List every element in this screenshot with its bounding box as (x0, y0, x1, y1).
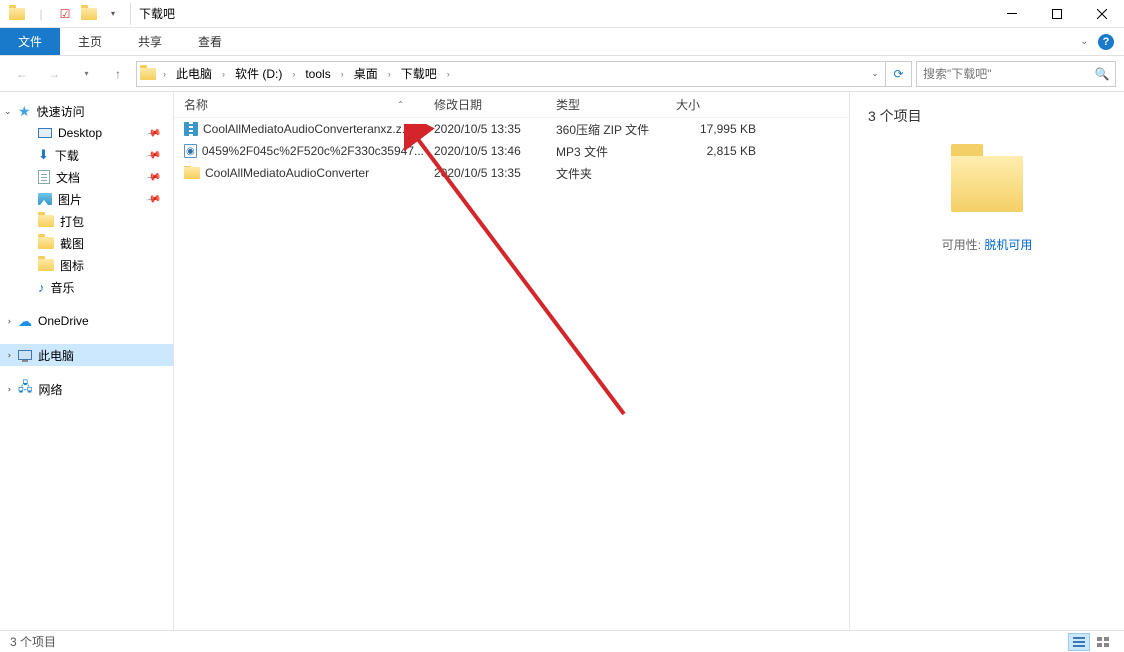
tab-home[interactable]: 主页 (60, 28, 120, 55)
folder-icon[interactable] (6, 3, 28, 25)
column-date[interactable]: 修改日期 (434, 96, 556, 113)
qat-separator: | (30, 3, 52, 25)
column-size[interactable]: 大小 (676, 96, 766, 113)
status-bar: 3 个项目 (0, 630, 1124, 652)
sidebar-thispc[interactable]: ⌄此电脑 (0, 344, 173, 366)
quick-access-toolbar: | ☑ ▾ (0, 3, 124, 25)
sidebar-item-pictures[interactable]: 图片📌 (0, 188, 173, 210)
sidebar-item-downloads[interactable]: ⬇下载📌 (0, 144, 173, 166)
column-type[interactable]: 类型 (556, 96, 676, 113)
chevron-down-icon[interactable]: ⌄ (4, 106, 12, 117)
minimize-button[interactable] (989, 0, 1034, 28)
tab-share[interactable]: 共享 (120, 28, 180, 55)
sort-indicator-icon: ⌃ (397, 100, 404, 109)
music-icon: ♪ (38, 280, 45, 295)
pin-icon: 📌 (145, 191, 162, 207)
sidebar-item-documents[interactable]: 文档📌 (0, 166, 173, 188)
mp3-icon: ◉ (184, 144, 197, 158)
network-icon: 🖧 (18, 378, 33, 400)
help-icon[interactable]: ? (1098, 34, 1114, 50)
qat-new-folder-icon[interactable] (78, 3, 100, 25)
address-dropdown-icon[interactable]: ⌄ (865, 62, 885, 86)
search-box[interactable]: 🔍 (916, 61, 1116, 87)
breadcrumb-seg[interactable]: 此电脑 (170, 62, 218, 86)
maximize-button[interactable] (1034, 0, 1079, 28)
chevron-right-icon[interactable]: ⌄ (2, 385, 13, 393)
preview-availability: 可用性: 脱机可用 (868, 236, 1106, 253)
desktop-icon (38, 128, 52, 138)
file-tab[interactable]: 文件 (0, 28, 60, 55)
file-list[interactable]: 名称⌃ 修改日期 类型 大小 CoolAllMediatoAudioConver… (174, 92, 849, 630)
document-icon (38, 170, 50, 184)
close-button[interactable] (1079, 0, 1124, 28)
up-button[interactable]: ↑ (104, 60, 132, 88)
file-row[interactable]: CoolAllMediatoAudioConverteranxz.z... 20… (174, 118, 849, 140)
download-icon: ⬇ (38, 147, 49, 163)
folder-icon (184, 167, 200, 179)
pin-icon: 📌 (145, 169, 162, 185)
view-details-button[interactable] (1068, 633, 1090, 651)
file-row[interactable]: CoolAllMediatoAudioConverter 2020/10/5 1… (174, 162, 849, 184)
preview-icon (868, 156, 1106, 212)
sidebar-item-folder[interactable]: 打包 (0, 210, 173, 232)
qat-dropdown-icon[interactable]: ▾ (102, 3, 124, 25)
folder-icon (38, 259, 54, 271)
ribbon-expand-icon[interactable]: ⌄ (1080, 36, 1088, 47)
recent-locations-button[interactable]: ▾ (72, 60, 100, 88)
back-button[interactable]: ← (8, 60, 36, 88)
sidebar-item-folder[interactable]: 截图 (0, 232, 173, 254)
column-name[interactable]: 名称⌃ (184, 96, 434, 113)
breadcrumb-seg[interactable]: 下载吧 (395, 62, 443, 86)
title-bar: | ☑ ▾ 下载吧 (0, 0, 1124, 28)
chevron-right-icon[interactable]: ⌄ (2, 351, 13, 359)
sidebar-quick-access[interactable]: ⌄ ★ 快速访问 (0, 100, 173, 122)
pin-icon: 📌 (145, 125, 162, 141)
breadcrumb-seg[interactable]: 桌面 (348, 62, 384, 86)
picture-icon (38, 193, 52, 205)
pc-icon (18, 350, 32, 360)
folder-icon (38, 215, 54, 227)
tab-view[interactable]: 查看 (180, 28, 240, 55)
zip-icon (184, 122, 198, 136)
availability-link[interactable]: 脱机可用 (984, 238, 1032, 252)
address-bar[interactable]: › 此电脑 › 软件 (D:) › tools › 桌面 › 下载吧 › ⌄ ⟳ (136, 61, 912, 87)
sidebar-item-folder[interactable]: 图标 (0, 254, 173, 276)
breadcrumb: › 此电脑 › 软件 (D:) › tools › 桌面 › 下载吧 › (159, 62, 454, 86)
preview-pane: 3 个项目 可用性: 脱机可用 (849, 92, 1124, 630)
sidebar-item-label: 快速访问 (37, 103, 85, 120)
sidebar-item-desktop[interactable]: Desktop📌 (0, 122, 173, 144)
refresh-button[interactable]: ⟳ (885, 62, 911, 86)
nav-row: ← → ▾ ↑ › 此电脑 › 软件 (D:) › tools › 桌面 › 下… (0, 56, 1124, 92)
search-icon[interactable]: 🔍 (1089, 67, 1115, 81)
cloud-icon: ☁ (18, 313, 32, 330)
sidebar-network[interactable]: ⌄🖧网络 (0, 378, 173, 400)
content: 名称⌃ 修改日期 类型 大小 CoolAllMediatoAudioConver… (174, 92, 1124, 630)
breadcrumb-seg[interactable]: tools (299, 62, 336, 86)
ribbon: 文件 主页 共享 查看 ⌄ ? (0, 28, 1124, 56)
breadcrumb-seg[interactable]: 软件 (D:) (229, 62, 288, 86)
status-text: 3 个项目 (10, 633, 56, 650)
forward-button[interactable]: → (40, 60, 68, 88)
pin-icon: 📌 (145, 147, 162, 163)
preview-title: 3 个项目 (868, 106, 1106, 126)
address-folder-icon (137, 62, 159, 86)
window-title: 下载吧 (130, 3, 175, 25)
star-icon: ★ (18, 103, 31, 120)
column-headers: 名称⌃ 修改日期 类型 大小 (174, 92, 849, 118)
file-row[interactable]: ◉0459%2F045c%2F520c%2F330c35947... 2020/… (174, 140, 849, 162)
folder-icon (38, 237, 54, 249)
main: ⌄ ★ 快速访问 Desktop📌 ⬇下载📌 文档📌 图片📌 打包 截图 图标 … (0, 92, 1124, 630)
qat-properties-icon[interactable]: ☑ (54, 3, 76, 25)
view-icons-button[interactable] (1092, 633, 1114, 651)
sidebar: ⌄ ★ 快速访问 Desktop📌 ⬇下载📌 文档📌 图片📌 打包 截图 图标 … (0, 92, 174, 630)
chevron-right-icon[interactable]: ⌄ (2, 317, 13, 325)
breadcrumb-sep[interactable]: › (159, 69, 170, 79)
sidebar-item-music[interactable]: ♪音乐 (0, 276, 173, 298)
sidebar-onedrive[interactable]: ⌄☁OneDrive (0, 310, 173, 332)
search-input[interactable] (917, 67, 1089, 81)
